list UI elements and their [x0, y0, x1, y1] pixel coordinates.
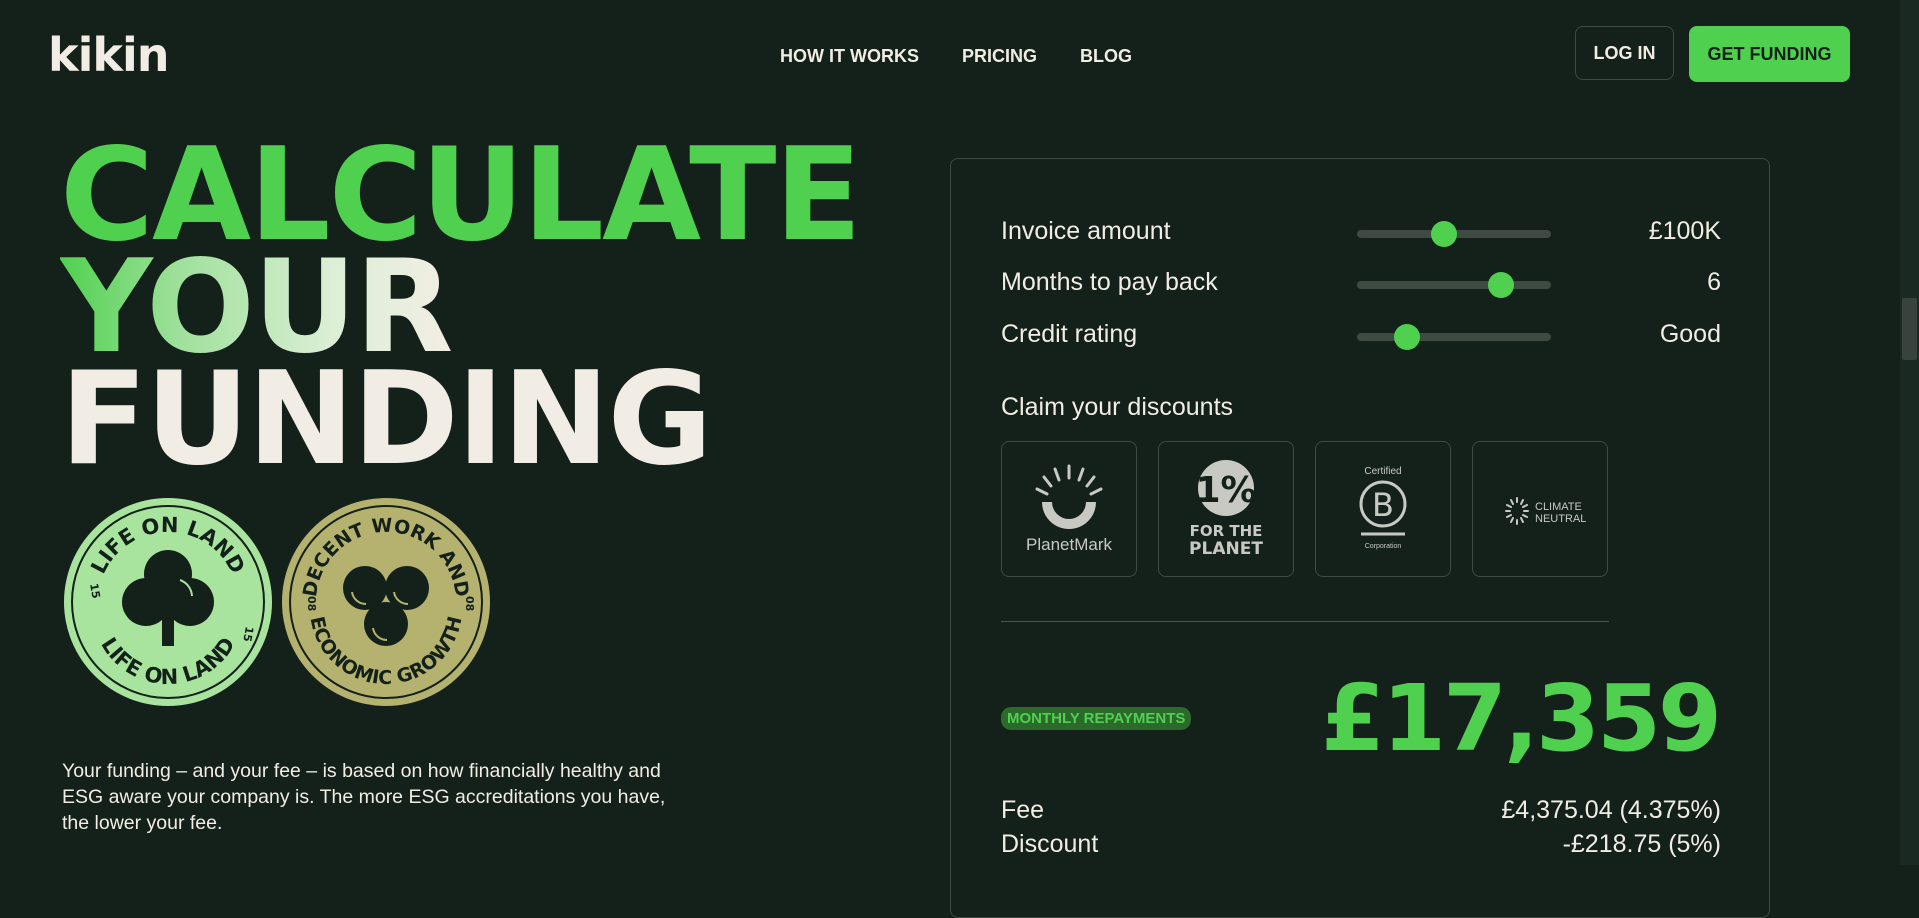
climate-neutral-logo-icon: CLIMATE NEUTRAL — [1505, 497, 1586, 525]
credit-rating-row: Credit rating Good — [1001, 314, 1721, 354]
b-mark: B — [1372, 486, 1394, 524]
months-to-pay-back-value: 6 — [1707, 268, 1721, 296]
discount-label: Discount — [1001, 830, 1099, 858]
climate-neutral-discount-toggle[interactable]: CLIMATE NEUTRAL — [1472, 441, 1608, 577]
monthly-repayments-badge: MONTHLY REPAYMENTS — [1001, 707, 1192, 730]
planet-mark-text: PlanetMark — [1026, 535, 1112, 554]
discount-value: -£218.75 (5%) — [1562, 830, 1721, 858]
months-to-pay-back-slider[interactable] — [1357, 272, 1551, 298]
months-to-pay-back-label: Months to pay back — [1001, 268, 1218, 296]
one-percent-for-the-planet-logo-icon: 1% FOR THE PLANET — [1189, 460, 1263, 559]
invoice-amount-value: £100K — [1648, 217, 1721, 245]
login-button[interactable]: LOG IN — [1575, 26, 1674, 80]
corporation-text: Corporation — [1365, 543, 1402, 550]
invoice-amount-slider-thumb[interactable] — [1431, 221, 1458, 247]
invoice-amount-row: Invoice amount £100K — [1001, 211, 1721, 251]
monthly-repayments-value: £17,359 — [1320, 665, 1722, 772]
nav-link-blog[interactable]: BLOG — [1080, 46, 1132, 67]
badge-1-number-left: 15 — [87, 582, 102, 599]
neutral-text: NEUTRAL — [1535, 513, 1586, 525]
months-to-pay-back-slider-thumb[interactable] — [1487, 272, 1514, 298]
fee-label: Fee — [1001, 796, 1045, 824]
fee-value: £4,375.04 (4.375%) — [1501, 796, 1721, 824]
one-percent-mark: 1% — [1195, 470, 1256, 511]
hero-heading: CALCULATE YOUR FUNDING — [60, 132, 862, 494]
invoice-amount-label: Invoice amount — [1001, 217, 1171, 245]
one-percent-for-the-planet-discount-toggle[interactable]: 1% FOR THE PLANET — [1158, 441, 1294, 577]
credit-rating-slider-thumb[interactable] — [1394, 324, 1421, 350]
nav-links: HOW IT WORKS PRICING BLOG — [780, 46, 1132, 67]
discount-row: Discount -£218.75 (5%) — [1001, 830, 1721, 859]
page-scrollbar[interactable] — [1900, 0, 1919, 865]
top-navigation: kikin HOW IT WORKS PRICING BLOG LOG IN G… — [0, 0, 1900, 110]
credit-rating-slider[interactable] — [1357, 324, 1551, 350]
funding-calculator: Invoice amount £100K Months to pay back … — [950, 158, 1770, 918]
credit-rating-value: Good — [1659, 320, 1721, 348]
decent-work-badge: DECENT WORK AND ECONOMIC GROWTH 08 08 — [282, 498, 490, 706]
claim-discounts-heading: Claim your discounts — [1001, 393, 1234, 421]
for-the-text: FOR THE — [1190, 522, 1263, 540]
calculator-divider — [1001, 621, 1609, 622]
b-corp-discount-toggle[interactable]: Certified B Corporation — [1315, 441, 1451, 577]
climate-text: CLIMATE — [1535, 501, 1582, 513]
life-on-land-badge: LIFE ON LAND LIFE ON LAND 15 15 — [64, 498, 272, 706]
planet-mark-discount-toggle[interactable]: PlanetMark — [1001, 441, 1137, 577]
page-scrollbar-thumb[interactable] — [1902, 298, 1917, 360]
months-to-pay-back-row: Months to pay back 6 — [1001, 262, 1721, 302]
planet-text: PLANET — [1189, 539, 1263, 559]
get-funding-button[interactable]: GET FUNDING — [1689, 26, 1850, 82]
nav-link-pricing[interactable]: PRICING — [962, 46, 1037, 67]
badge-1-number-right: 15 — [240, 625, 255, 642]
hero-line-3: FUNDING — [60, 345, 713, 494]
funding-description: Your funding – and your fee – is based o… — [62, 760, 666, 834]
nav-link-how-it-works[interactable]: HOW IT WORKS — [780, 46, 919, 67]
credit-rating-label: Credit rating — [1001, 320, 1138, 348]
planet-mark-logo-icon: PlanetMark — [1026, 464, 1112, 554]
b-corp-logo-icon: Certified B Corporation — [1359, 466, 1407, 550]
invoice-amount-slider[interactable] — [1357, 221, 1551, 247]
badge-2-number-right: 08 — [463, 596, 476, 611]
kikin-logo[interactable]: kikin — [48, 30, 169, 80]
badge-2-number-left: 08 — [305, 596, 318, 611]
certified-text: Certified — [1364, 466, 1401, 477]
fee-row: Fee £4,375.04 (4.375%) — [1001, 796, 1721, 825]
